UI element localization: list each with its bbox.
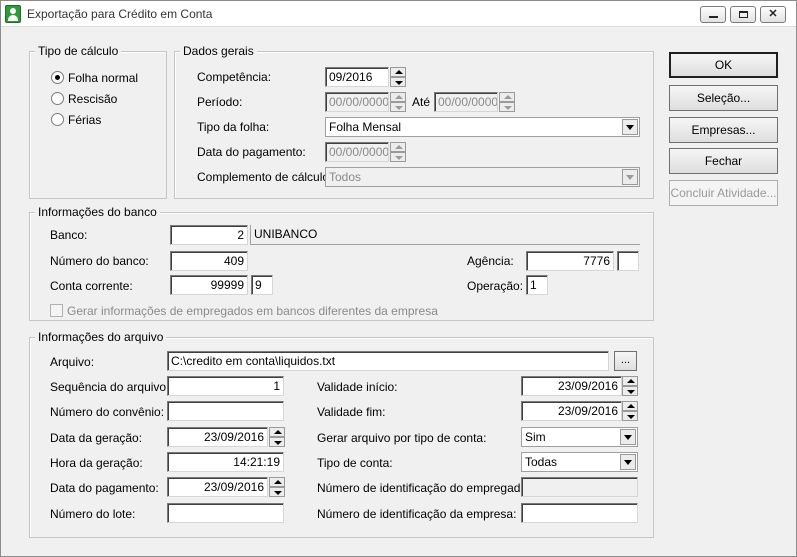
gerar-tipo-conta-select[interactable]: Sim — [521, 427, 638, 447]
convenio-label: Número do convênio: — [50, 405, 165, 419]
tipo-folha-select[interactable]: Folha Mensal — [325, 117, 640, 137]
banco-nome-field: UNIBANCO — [250, 225, 640, 245]
ate-label: Até — [412, 95, 431, 109]
minimize-icon — [709, 16, 718, 18]
close-icon: ✕ — [768, 8, 778, 20]
fechar-button[interactable]: Fechar — [669, 148, 778, 174]
competencia-input[interactable]: 09/2016 — [325, 67, 389, 87]
arquivo-path-input[interactable]: C:\credito em conta\liquidos.txt — [167, 351, 609, 371]
conta-input[interactable]: 99999 — [170, 275, 248, 295]
agencia-input[interactable]: 7776 — [526, 251, 614, 271]
agencia-label: Agência: — [467, 254, 514, 268]
gerar-tipo-conta-label: Gerar arquivo por tipo de conta: — [317, 431, 487, 445]
arquivo-data-pagamento-spinner[interactable] — [269, 477, 285, 497]
data-geracao-spinner[interactable] — [269, 427, 285, 447]
complemento-label: Complemento de cálculo: — [197, 170, 333, 184]
chevron-down-icon — [620, 454, 636, 470]
dados-gerais-group: Dados gerais Competência: 09/2016 Períod… — [174, 44, 654, 199]
conta-dv-input[interactable]: 9 — [251, 275, 273, 295]
arquivo-label: Arquivo: — [50, 355, 95, 369]
chevron-down-icon — [620, 429, 636, 445]
validade-fim-spinner[interactable] — [622, 401, 638, 421]
agencia-dv-input[interactable] — [617, 251, 639, 271]
data-pagamento-spinner[interactable] — [390, 142, 406, 162]
conta-label: Conta corrente: — [50, 279, 133, 293]
validade-inicio-label: Validade início: — [317, 380, 398, 394]
id-empresa-input[interactable] — [521, 503, 638, 523]
dados-gerais-legend: Dados gerais — [180, 44, 257, 58]
validade-fim-label: Validade fim: — [317, 405, 386, 419]
arquivo-data-pagamento-label: Data do pagamento: — [50, 481, 159, 495]
arquivo-group: Informações do arquivo Arquivo: C:\credi… — [29, 330, 654, 538]
periodo-de-spinner[interactable] — [390, 92, 406, 112]
periodo-ate-spinner[interactable] — [499, 92, 515, 112]
radio-folha-normal-label: Folha normal — [68, 71, 139, 85]
radio-rescisao[interactable] — [51, 92, 64, 105]
browse-button[interactable]: ... — [614, 351, 637, 371]
radio-rescisao-label: Rescisão — [68, 92, 118, 106]
app-user-icon — [5, 5, 21, 23]
complemento-select[interactable]: Todos — [325, 167, 640, 187]
chevron-down-icon — [622, 119, 638, 135]
id-empregado-label: Número de identificação do empregado: — [317, 481, 531, 495]
lote-input[interactable] — [167, 503, 284, 523]
tipo-folha-label: Tipo da folha: — [197, 120, 270, 134]
chevron-down-icon — [622, 169, 638, 185]
validade-inicio-spinner[interactable] — [622, 376, 638, 396]
arquivo-data-pagamento-input[interactable]: 23/09/2016 — [167, 477, 268, 497]
radio-folha-normal[interactable] — [51, 71, 64, 84]
banco-label: Banco: — [50, 228, 88, 242]
hora-geracao-input[interactable]: 14:21:19 — [167, 452, 284, 472]
complemento-value: Todos — [329, 170, 362, 184]
periodo-ate-input[interactable]: 00/00/0000 — [434, 92, 498, 112]
radio-ferias[interactable] — [51, 113, 64, 126]
maximize-icon — [739, 11, 748, 18]
validade-fim-input[interactable]: 23/09/2016 — [521, 401, 622, 421]
tipo-conta-label: Tipo de conta: — [317, 456, 393, 470]
data-geracao-label: Data da geração: — [50, 431, 143, 445]
tipo-conta-value: Todas — [525, 455, 558, 469]
sequencia-input[interactable]: 1 — [167, 376, 284, 396]
tipo-conta-select[interactable]: Todas — [521, 452, 638, 472]
banco-codigo-input[interactable]: 2 — [170, 225, 248, 245]
banco-legend: Informações do banco — [35, 205, 160, 219]
operacao-label: Operação: — [467, 279, 524, 293]
numero-banco-label: Número do banco: — [50, 254, 149, 268]
operacao-input[interactable]: 1 — [526, 275, 548, 295]
title-bar: Exportação para Crédito em Conta ✕ — [1, 1, 796, 27]
lote-label: Número do lote: — [50, 507, 136, 521]
tipo-calculo-group: Tipo de cálculo Folha normal Rescisão Fé… — [29, 44, 167, 199]
selecao-button[interactable]: Seleção... — [669, 85, 778, 111]
radio-ferias-label: Férias — [68, 113, 102, 127]
gerar-bancos-diferentes-checkbox[interactable] — [50, 304, 63, 317]
periodo-de-input[interactable]: 00/00/0000 — [325, 92, 389, 112]
tipo-calculo-legend: Tipo de cálculo — [35, 44, 122, 58]
concluir-atividade-button[interactable]: Concluir Atividade... — [669, 180, 778, 206]
data-pagamento-label: Data do pagamento: — [197, 145, 306, 159]
convenio-input[interactable] — [167, 401, 284, 421]
periodo-label: Período: — [197, 95, 243, 109]
id-empregado-input[interactable] — [521, 477, 638, 497]
close-button[interactable]: ✕ — [760, 6, 786, 23]
hora-geracao-label: Hora da geração: — [50, 456, 143, 470]
sequencia-label: Sequência do arquivo: — [50, 380, 170, 394]
numero-banco-input[interactable]: 409 — [170, 251, 248, 271]
export-dialog: Exportação para Crédito em Conta ✕ Tipo … — [0, 0, 797, 557]
gerar-bancos-diferentes-label: Gerar informações de empregados em banco… — [67, 304, 438, 318]
data-geracao-input[interactable]: 23/09/2016 — [167, 427, 268, 447]
tipo-folha-value: Folha Mensal — [329, 120, 402, 134]
data-pagamento-input[interactable]: 00/00/0000 — [325, 142, 389, 162]
competencia-spinner[interactable] — [390, 67, 406, 87]
ok-button[interactable]: OK — [669, 52, 778, 78]
window-title: Exportação para Crédito em Conta — [27, 7, 213, 21]
competencia-label: Competência: — [197, 70, 272, 84]
empresas-button[interactable]: Empresas... — [669, 117, 778, 143]
arquivo-legend: Informações do arquivo — [35, 330, 167, 344]
gerar-tipo-conta-value: Sim — [525, 430, 546, 444]
validade-inicio-input[interactable]: 23/09/2016 — [521, 376, 622, 396]
minimize-button[interactable] — [700, 6, 726, 23]
banco-group: Informações do banco Banco: 2 UNIBANCO N… — [29, 205, 654, 321]
maximize-button[interactable] — [730, 6, 756, 23]
id-empresa-label: Número de identificação da empresa: — [317, 507, 517, 521]
